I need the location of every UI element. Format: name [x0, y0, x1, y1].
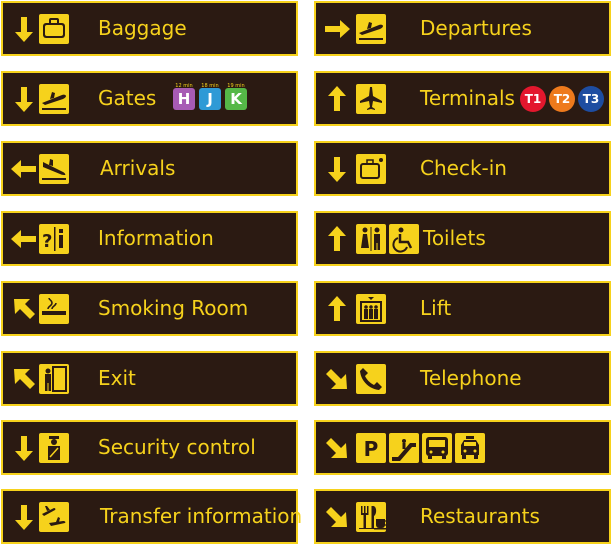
parking-letter: P: [364, 437, 379, 461]
sign-toilets: Toilets: [314, 211, 611, 266]
arrow-up-icon: [322, 224, 352, 254]
wheelchair-icon: [389, 224, 419, 254]
arrow-down-right-icon: [322, 364, 352, 394]
sign-label: Terminals: [420, 86, 515, 110]
security-officer-icon: [39, 433, 69, 463]
sign-exit: Exit: [1, 351, 298, 406]
sign-lift: Lift: [314, 281, 611, 336]
terminal-t2-badge: T2: [549, 86, 575, 112]
gate-k-badge: K: [225, 88, 247, 110]
terminal-t3-badge: T3: [578, 86, 604, 112]
arrow-down-right-icon: [322, 433, 352, 463]
sign-label: Security control: [98, 435, 256, 459]
arrival-plane-icon: [39, 154, 69, 184]
transfer-planes-icon: [39, 502, 69, 532]
plane-icon: [356, 84, 386, 114]
sign-label: Restaurants: [420, 504, 540, 528]
arrow-right-icon: [322, 14, 352, 44]
escalator-icon: [389, 433, 419, 463]
sign-terminals: Terminals T1 T2 T3: [314, 71, 611, 126]
sign-gates: Gates 12 min 18 min 19 min H J K: [1, 71, 298, 126]
arrow-down-right-icon: [322, 502, 352, 532]
arrow-down-icon: [9, 84, 39, 114]
sign-label: Gates: [98, 86, 157, 110]
sign-departures: Departures: [314, 1, 611, 56]
gate-j-badge: J: [199, 88, 221, 110]
parking-icon: P: [356, 433, 386, 463]
sign-label: Toilets: [423, 226, 486, 250]
svg-text:?: ?: [42, 231, 52, 252]
terminal-t1-badge: T1: [520, 86, 546, 112]
cafe-icon: [374, 515, 390, 530]
sign-check-in: Check-in: [314, 141, 611, 196]
arrow-down-icon: [322, 154, 352, 184]
departure-plane-icon: [356, 14, 386, 44]
lift-icon: [356, 294, 386, 324]
sign-telephone: Telephone: [314, 351, 611, 406]
sign-label: Transfer information: [100, 504, 303, 528]
gate-h-badge: H: [173, 88, 195, 110]
sign-label: Arrivals: [100, 156, 176, 180]
sign-arrivals: Arrivals: [1, 141, 298, 196]
sign-label: Smoking Room: [98, 296, 249, 320]
arrow-down-icon: [9, 14, 39, 44]
sign-label: Check-in: [420, 156, 507, 180]
sign-baggage: Baggage: [1, 1, 298, 56]
departure-plane-icon: [39, 84, 69, 114]
sign-transfer-information: Transfer information: [1, 489, 302, 544]
arrow-up-icon: [322, 294, 352, 324]
arrow-left-icon: [9, 224, 39, 254]
sign-label: Lift: [420, 296, 452, 320]
arrow-up-left-icon: [9, 364, 39, 394]
baggage-icon: [39, 14, 69, 44]
arrow-down-icon: [9, 433, 39, 463]
taxi-icon: [455, 433, 485, 463]
information-icon: ?: [39, 224, 69, 254]
arrow-left-icon: [9, 154, 39, 184]
sign-label: Departures: [420, 16, 532, 40]
arrow-up-left-icon: [9, 294, 39, 324]
check-in-luggage-icon: [356, 154, 386, 184]
exit-door-icon: [39, 364, 69, 394]
bus-icon: [422, 433, 452, 463]
telephone-icon: [356, 364, 386, 394]
sign-label: Baggage: [98, 16, 187, 40]
sign-label: Information: [98, 226, 214, 250]
sign-security-control: Security control: [1, 420, 298, 475]
arrow-up-icon: [322, 84, 352, 114]
sign-restaurants: Restaurants: [314, 489, 611, 544]
sign-label: Exit: [98, 366, 136, 390]
sign-information: ? Information: [1, 211, 298, 266]
arrow-down-icon: [9, 502, 39, 532]
smoking-icon: [39, 294, 69, 324]
sign-label: Telephone: [420, 366, 522, 390]
sign-smoking-room: Smoking Room: [1, 281, 298, 336]
toilets-icon: [356, 224, 386, 254]
sign-transport: P: [314, 420, 611, 475]
